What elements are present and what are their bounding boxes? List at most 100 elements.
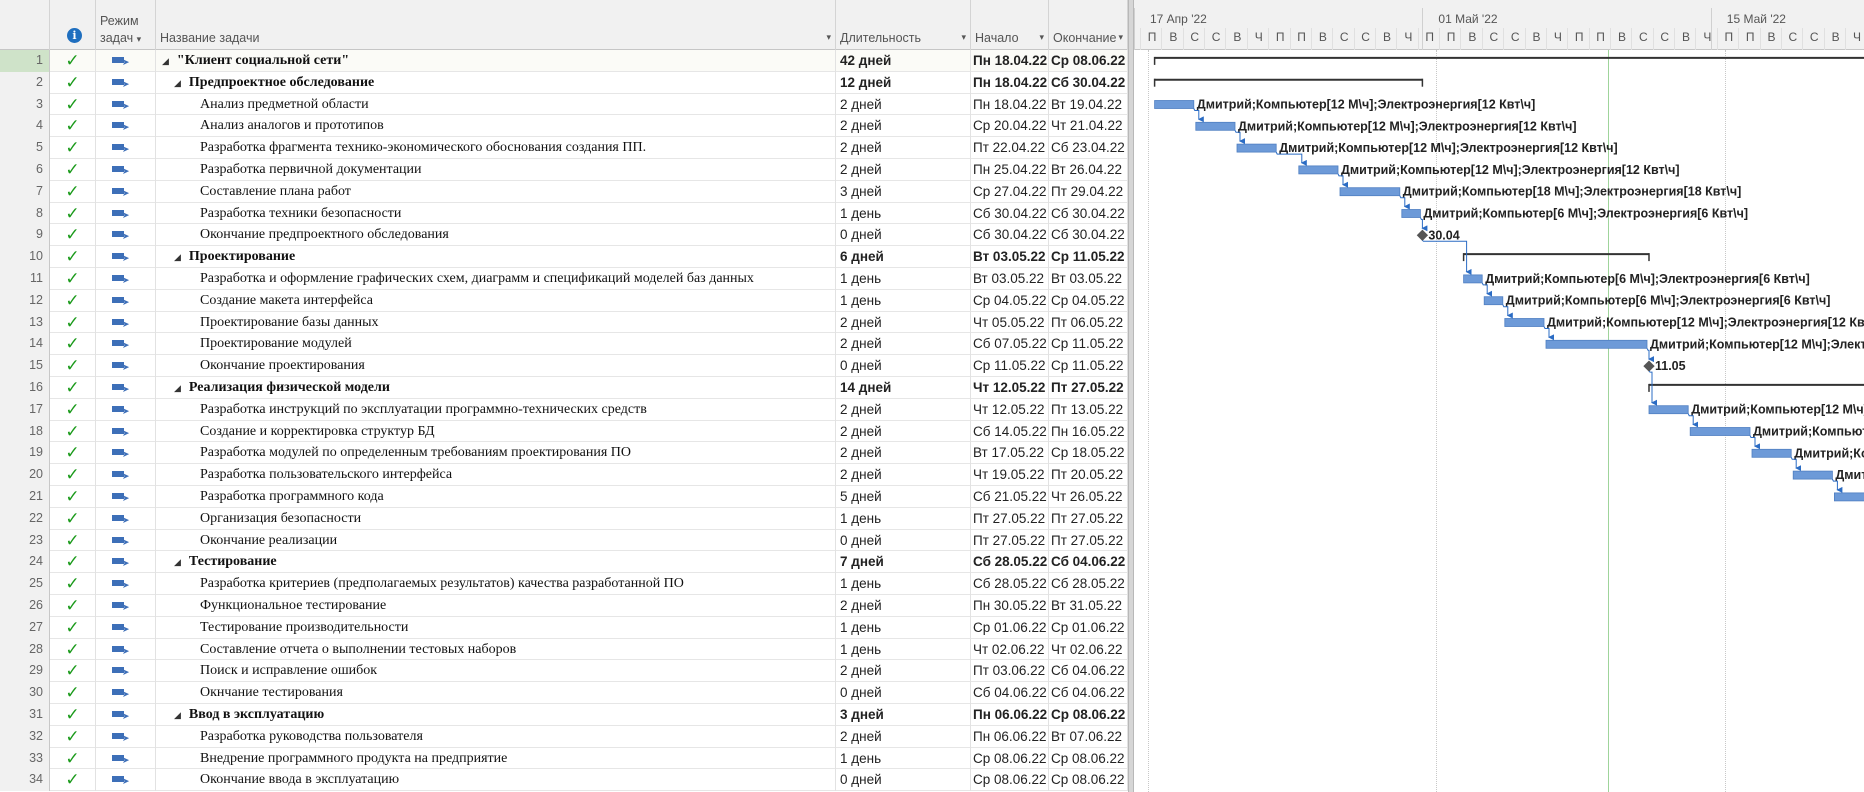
task-name-cell[interactable]: Составление плана работ bbox=[156, 180, 836, 203]
task-bar[interactable] bbox=[1154, 100, 1195, 109]
task-mode-column-header[interactable]: Режим задач ▾ bbox=[96, 0, 156, 50]
duration-column-header[interactable]: Длительность ▾ bbox=[836, 0, 971, 50]
duration-cell[interactable]: 1 день bbox=[836, 268, 971, 290]
table-row[interactable]: 32 ✓ ➤ Разработка руководства пользователя 2… bbox=[0, 725, 1128, 748]
start-cell[interactable]: Пн 06.06.22 bbox=[971, 704, 1049, 726]
start-cell[interactable]: Вт 17.05.22 bbox=[971, 442, 1049, 465]
finish-cell[interactable]: Чт 26.05.22 bbox=[1049, 486, 1128, 508]
finish-cell[interactable]: Пт 29.04.22 bbox=[1049, 180, 1128, 203]
duration-cell[interactable]: 5 дней bbox=[836, 486, 971, 508]
table-row[interactable]: 27 ✓ ➤ Тестирование производительности 1 ден… bbox=[0, 616, 1128, 639]
task-name-cell[interactable]: ◢ Проектирование bbox=[156, 246, 836, 268]
task-mode-cell[interactable]: ➤ bbox=[96, 682, 156, 704]
start-cell[interactable]: Сб 14.05.22 bbox=[971, 420, 1049, 443]
table-row[interactable]: 6 ✓ ➤ Разработка первичной документации 2 дн… bbox=[0, 159, 1128, 181]
duration-cell[interactable]: 2 дней bbox=[836, 420, 971, 443]
duration-cell[interactable]: 42 дней bbox=[836, 50, 971, 72]
row-number[interactable]: 18 bbox=[0, 420, 50, 443]
finish-cell[interactable]: Вт 03.05.22 bbox=[1049, 268, 1128, 290]
task-mode-cell[interactable]: ➤ bbox=[96, 224, 156, 247]
start-cell[interactable]: Сб 04.06.22 bbox=[971, 682, 1049, 704]
row-number[interactable]: 11 bbox=[0, 268, 50, 290]
finish-cell[interactable]: Вт 07.06.22 bbox=[1049, 725, 1128, 748]
milestone-marker[interactable] bbox=[1643, 360, 1655, 372]
duration-cell[interactable]: 2 дней bbox=[836, 137, 971, 159]
row-number[interactable]: 15 bbox=[0, 355, 50, 377]
task-name-cell[interactable]: Разработка пользовательского интерфейса bbox=[156, 464, 836, 486]
table-row[interactable]: 14 ✓ ➤ Проектирование модулей 2 дней Сб 07.05… bbox=[0, 333, 1128, 356]
row-number[interactable]: 28 bbox=[0, 638, 50, 661]
finish-cell[interactable]: Пт 27.05.22 bbox=[1049, 529, 1128, 552]
task-bar[interactable] bbox=[1648, 405, 1689, 415]
collapse-triangle-icon[interactable]: ◢ bbox=[174, 253, 181, 263]
task-mode-cell[interactable]: ➤ bbox=[96, 442, 156, 465]
select-all-corner[interactable] bbox=[0, 0, 50, 50]
table-row[interactable]: 21 ✓ ➤ Разработка программного кода 5 дней Сб… bbox=[0, 486, 1128, 508]
duration-cell[interactable]: 2 дней bbox=[836, 93, 971, 116]
milestone-marker[interactable] bbox=[1416, 229, 1429, 241]
task-name-cell[interactable]: Тестирование производительности bbox=[156, 616, 836, 639]
start-cell[interactable]: Ср 08.06.22 bbox=[971, 747, 1049, 770]
table-row[interactable]: 2 ✓ ➤ ◢ Предпроектное обследование 12 дней Пн … bbox=[0, 71, 1128, 94]
duration-cell[interactable]: 0 дней bbox=[836, 355, 971, 377]
task-mode-cell[interactable]: ➤ bbox=[96, 595, 156, 617]
row-number[interactable]: 20 bbox=[0, 464, 50, 486]
task-mode-cell[interactable]: ➤ bbox=[96, 486, 156, 508]
start-cell[interactable]: Пн 18.04.22 bbox=[971, 93, 1049, 116]
collapse-triangle-icon[interactable]: ◢ bbox=[162, 57, 169, 67]
task-mode-cell[interactable]: ➤ bbox=[96, 573, 156, 595]
task-mode-cell[interactable]: ➤ bbox=[96, 704, 156, 726]
start-cell[interactable]: Пн 18.04.22 bbox=[971, 71, 1049, 94]
finish-cell[interactable]: Сб 30.04.22 bbox=[1049, 224, 1128, 247]
task-mode-cell[interactable]: ➤ bbox=[96, 311, 156, 334]
chevron-down-icon[interactable]: ▾ bbox=[137, 34, 142, 44]
chevron-down-icon[interactable]: ▾ bbox=[1039, 32, 1044, 43]
task-mode-cell[interactable]: ➤ bbox=[96, 50, 156, 72]
finish-cell[interactable]: Чт 21.04.22 bbox=[1049, 115, 1128, 138]
finish-cell[interactable]: Вт 19.04.22 bbox=[1049, 93, 1128, 116]
row-number[interactable]: 12 bbox=[0, 289, 50, 312]
duration-cell[interactable]: 6 дней bbox=[836, 246, 971, 268]
finish-cell[interactable]: Ср 18.05.22 bbox=[1049, 442, 1128, 465]
finish-cell[interactable]: Ср 01.06.22 bbox=[1049, 616, 1128, 639]
finish-cell[interactable]: Ср 11.05.22 bbox=[1049, 333, 1128, 356]
start-cell[interactable]: Чт 12.05.22 bbox=[971, 377, 1049, 399]
task-bar[interactable] bbox=[1298, 165, 1339, 175]
duration-cell[interactable]: 0 дней bbox=[836, 682, 971, 704]
task-bar[interactable] bbox=[1792, 470, 1833, 480]
task-name-column-header[interactable]: Название задачи ▾ bbox=[156, 0, 836, 50]
duration-cell[interactable]: 1 день bbox=[836, 638, 971, 661]
task-mode-cell[interactable]: ➤ bbox=[96, 398, 156, 421]
finish-cell[interactable]: Сб 30.04.22 bbox=[1049, 71, 1128, 94]
start-column-header[interactable]: Начало ▾ bbox=[971, 0, 1049, 50]
duration-cell[interactable]: 2 дней bbox=[836, 464, 971, 486]
finish-cell[interactable]: Сб 04.06.22 bbox=[1049, 682, 1128, 704]
finish-cell[interactable]: Сб 23.04.22 bbox=[1049, 137, 1128, 159]
task-name-cell[interactable]: Создание и корректировка структур БД bbox=[156, 420, 836, 443]
task-bar[interactable] bbox=[1834, 492, 1864, 502]
indicators-column-header[interactable]: i bbox=[50, 0, 96, 50]
task-name-cell[interactable]: Разработка техники безопасности bbox=[156, 202, 836, 225]
start-cell[interactable]: Чт 19.05.22 bbox=[971, 464, 1049, 486]
row-number[interactable]: 9 bbox=[0, 224, 50, 247]
duration-cell[interactable]: 14 дней bbox=[836, 377, 971, 399]
table-row[interactable]: 11 ✓ ➤ Разработка и оформление графических … bbox=[0, 268, 1128, 290]
task-name-cell[interactable]: Создание макета интерфейса bbox=[156, 289, 836, 312]
task-name-cell[interactable]: Окнчание тестирования bbox=[156, 682, 836, 704]
task-name-cell[interactable]: Анализ предметной области bbox=[156, 93, 836, 116]
finish-cell[interactable]: Ср 08.06.22 bbox=[1049, 704, 1128, 726]
row-number[interactable]: 34 bbox=[0, 769, 50, 792]
row-number[interactable]: 29 bbox=[0, 660, 50, 683]
start-cell[interactable]: Вт 03.05.22 bbox=[971, 246, 1049, 268]
task-bar[interactable] bbox=[1401, 209, 1421, 218]
start-cell[interactable]: Ср 01.06.22 bbox=[971, 616, 1049, 639]
duration-cell[interactable]: 1 день bbox=[836, 573, 971, 595]
duration-cell[interactable]: 1 день bbox=[836, 507, 971, 530]
task-name-cell[interactable]: Поиск и исправление ошибок bbox=[156, 660, 836, 683]
task-name-cell[interactable]: Разработка и оформление графических схем… bbox=[156, 268, 836, 290]
duration-cell[interactable]: 2 дней bbox=[836, 660, 971, 683]
row-number[interactable]: 27 bbox=[0, 616, 50, 639]
start-cell[interactable]: Пт 03.06.22 bbox=[971, 660, 1049, 683]
row-number[interactable]: 14 bbox=[0, 333, 50, 356]
duration-cell[interactable]: 1 день bbox=[836, 202, 971, 225]
